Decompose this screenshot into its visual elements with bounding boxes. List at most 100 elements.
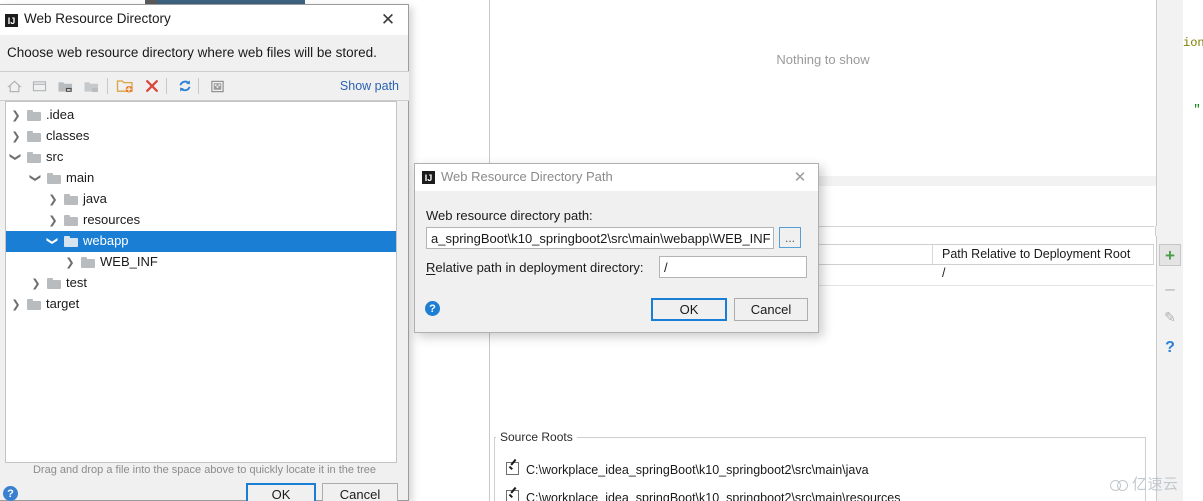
column-header-path-relative[interactable]: Path Relative to Deployment Root xyxy=(942,247,1130,261)
cancel-button[interactable]: Cancel xyxy=(322,483,398,501)
tree-node-target[interactable]: ❯ target xyxy=(6,294,396,315)
tree-node-label: classes xyxy=(46,128,90,143)
tree-node-test[interactable]: ❯ test xyxy=(6,273,396,294)
tree-node-idea[interactable]: ❯ .idea xyxy=(6,105,396,126)
table-toolbar-rail: + – ✎ ? xyxy=(1157,244,1183,392)
folder-icon xyxy=(27,298,41,310)
cloud-icon xyxy=(1110,478,1129,491)
checkbox-checked-icon[interactable] xyxy=(506,462,519,475)
folder-icon xyxy=(27,151,41,163)
web-resource-directory-dialog: IJ Web Resource Directory ✕ Choose web r… xyxy=(0,4,409,501)
intellij-logo-icon: IJ xyxy=(5,14,18,27)
watermark: 亿速云 xyxy=(1110,473,1179,494)
chevron-right-icon[interactable]: ❯ xyxy=(10,298,22,311)
home-icon[interactable] xyxy=(3,75,25,97)
chevron-right-icon[interactable]: ❯ xyxy=(10,109,22,122)
chevron-right-icon[interactable]: ❯ xyxy=(64,256,76,269)
folder-icon xyxy=(81,256,95,268)
add-button[interactable]: + xyxy=(1159,244,1181,266)
checkbox-checked-icon[interactable] xyxy=(506,490,519,501)
tree-node-label: target xyxy=(46,296,80,311)
folder-icon xyxy=(47,172,61,184)
source-root-label: C:\workplace_idea_springBoot\k10_springb… xyxy=(526,463,869,477)
chevron-right-icon[interactable]: ❯ xyxy=(47,193,59,206)
module-folder-icon[interactable] xyxy=(80,75,102,97)
source-root-item[interactable]: C:\workplace_idea_springBoot\k10_springb… xyxy=(506,490,901,501)
path-ok-button[interactable]: OK xyxy=(651,298,727,321)
tree-node-webapp[interactable]: ❯ webapp xyxy=(6,231,396,252)
editor-code-strip: ion , " xyxy=(1183,0,1203,501)
source-roots-group: Source Roots C:\workplace_idea_springBoo… xyxy=(489,412,1157,501)
chevron-down-icon[interactable]: ❯ xyxy=(47,235,60,247)
edit-button[interactable]: ✎ xyxy=(1159,306,1181,328)
path-cancel-button[interactable]: Cancel xyxy=(734,298,808,321)
tree-node-main[interactable]: ❯ main xyxy=(6,168,396,189)
tree-node-label: src xyxy=(46,149,64,164)
tree-node-classes[interactable]: ❯ classes xyxy=(6,126,396,147)
chevron-right-icon[interactable]: ❯ xyxy=(30,277,42,290)
tree-node-resources[interactable]: ❯ resources xyxy=(6,210,396,231)
source-root-item[interactable]: C:\workplace_idea_springBoot\k10_springb… xyxy=(506,462,869,477)
dialog-subtitle: Choose web resource directory where web … xyxy=(7,45,377,60)
nothing-to-show-label: Nothing to show xyxy=(776,52,870,67)
code-token-2: , " xyxy=(1183,103,1201,117)
path-dialog-titlebar: IJ Web Resource Directory Path ✕ xyxy=(415,164,818,191)
code-token-1: ion xyxy=(1183,36,1203,50)
watermark-text: 亿速云 xyxy=(1132,475,1179,493)
close-icon[interactable]: ✕ xyxy=(790,167,810,187)
desktop-icon[interactable] xyxy=(28,75,50,97)
tree-node-label: webapp xyxy=(83,233,129,248)
tree-node-web-inf[interactable]: ❯ WEB_INF xyxy=(6,252,396,273)
help-icon[interactable]: ? xyxy=(3,486,18,501)
folder-icon xyxy=(64,235,78,247)
relative-path-label: Relative path in deployment directory: xyxy=(426,260,644,275)
hidden-files-icon[interactable] xyxy=(206,75,228,97)
help-button[interactable]: ? xyxy=(1159,337,1181,359)
empty-content-panel: Nothing to show xyxy=(489,0,1157,176)
file-chooser-toolbar: Show path xyxy=(0,72,409,100)
browse-button[interactable]: ... xyxy=(779,227,801,248)
folder-icon xyxy=(64,193,78,205)
column-divider xyxy=(932,245,933,264)
delete-icon[interactable] xyxy=(141,75,163,97)
column-divider xyxy=(1153,245,1154,264)
screen: ion , " Nothing to show Path Relative to… xyxy=(0,0,1203,501)
path-label-text: Web resource directory path: xyxy=(426,208,593,223)
web-resource-directory-path-dialog: IJ Web Resource Directory Path ✕ Web res… xyxy=(414,163,819,333)
tree-node-label: WEB_INF xyxy=(100,254,158,269)
show-path-link[interactable]: Show path xyxy=(340,79,399,93)
refresh-icon[interactable] xyxy=(174,75,196,97)
folder-icon xyxy=(47,277,61,289)
path-dialog-title: Web Resource Directory Path xyxy=(441,169,613,184)
tree-node-label: .idea xyxy=(46,107,75,122)
close-icon[interactable]: ✕ xyxy=(377,9,399,31)
project-folder-icon[interactable] xyxy=(54,75,76,97)
tree-node-label: java xyxy=(83,191,107,206)
remove-button[interactable]: – xyxy=(1159,277,1181,299)
web-resource-directory-path-label: Web resource directory path: xyxy=(426,208,593,223)
folder-icon xyxy=(64,214,78,226)
chevron-right-icon[interactable]: ❯ xyxy=(10,130,22,143)
chevron-right-icon[interactable]: ❯ xyxy=(47,214,59,227)
chevron-down-icon[interactable]: ❯ xyxy=(30,172,43,184)
source-root-label: C:\workplace_idea_springBoot\k10_springb… xyxy=(526,491,901,501)
new-folder-icon[interactable] xyxy=(114,75,136,97)
path-help-icon[interactable]: ? xyxy=(425,301,440,316)
tree-node-label: test xyxy=(66,275,87,290)
intellij-logo-icon: IJ xyxy=(422,171,435,184)
drag-drop-hint: Drag and drop a file into the space abov… xyxy=(32,464,377,476)
source-roots-legend: Source Roots xyxy=(496,430,577,444)
dialog-titlebar: IJ Web Resource Directory ✕ xyxy=(0,5,408,35)
tree-node-java[interactable]: ❯ java xyxy=(6,189,396,210)
tree-node-label: resources xyxy=(83,212,141,227)
folder-icon xyxy=(27,130,41,142)
tree-node-label: main xyxy=(66,170,95,185)
directory-tree[interactable]: ❯ .idea ❯ classes ❯ src ❯ main ❯ java ❯ … xyxy=(5,101,397,463)
ok-button[interactable]: OK xyxy=(246,483,316,501)
relative-path-label-mnemonic: R xyxy=(426,260,436,275)
relative-path-input[interactable]: / xyxy=(659,256,807,278)
relative-path-label-text: elative path in deployment directory: xyxy=(435,260,644,275)
web-resource-directory-path-input[interactable]: a_springBoot\k10_springboot2\src\main\we… xyxy=(426,227,774,249)
tree-node-src[interactable]: ❯ src xyxy=(6,147,396,168)
chevron-down-icon[interactable]: ❯ xyxy=(10,151,23,163)
